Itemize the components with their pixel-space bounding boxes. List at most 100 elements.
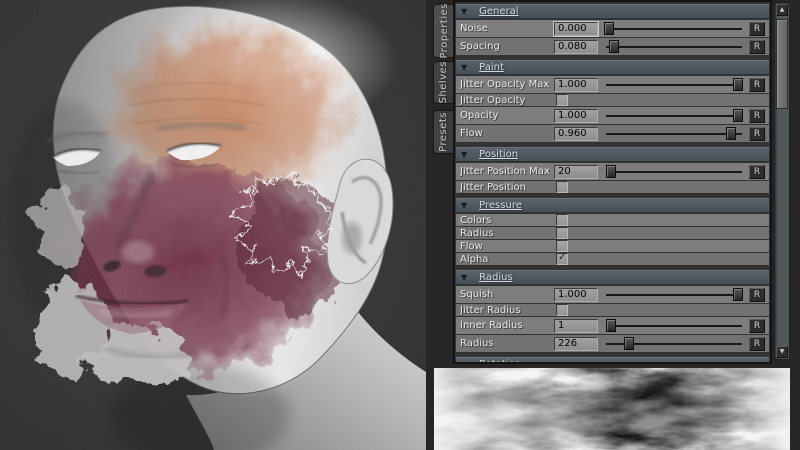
reset-button[interactable]: R [749,22,765,36]
section-header-general[interactable]: ▼ General [456,4,769,19]
property-row-flow: Flow 0.960 R [456,125,769,142]
slider-track[interactable] [606,294,742,296]
slider-handle[interactable] [609,40,619,53]
slider-handle[interactable] [733,288,743,301]
property-label: Jitter Radius [460,305,554,316]
slider[interactable] [606,125,742,142]
slider-handle[interactable] [733,109,743,122]
section-header-rotation[interactable]: ▼ Rotation [456,357,769,364]
slider-track[interactable] [606,171,742,173]
property-row-radius: Radius 226 R [456,335,769,352]
checkbox[interactable]: ✓ [556,181,568,193]
section-header-pressure[interactable]: ▼ Pressure [456,198,769,213]
tab-shelves[interactable]: Shelves [433,61,453,104]
value-field[interactable]: 1.000 [554,109,598,123]
section-title: Position [479,149,518,160]
scroll-down-icon: ▼ [780,348,785,355]
property-row-jitter-opacity-max: Jitter Opacity Max 1.000 R [456,76,769,93]
property-label: Radius [460,338,554,349]
property-label: Colors [460,215,554,226]
section-header-paint[interactable]: ▼ Paint [456,60,769,75]
reset-button[interactable]: R [749,319,765,333]
slider-track[interactable] [606,115,742,117]
section-title: Radius [479,272,513,283]
value-field[interactable]: 1.000 [554,288,598,302]
section-title: Pressure [479,200,522,211]
slider[interactable] [606,20,742,37]
section-title: Paint [479,62,504,73]
reset-button[interactable]: R [749,40,765,54]
reset-button[interactable]: R [749,337,765,351]
property-label: Noise [460,23,554,34]
panel-scrollbar[interactable]: ▲ ▼ [774,2,790,360]
slider[interactable] [606,107,742,124]
slider-track[interactable] [606,84,742,86]
section-header-position[interactable]: ▼ Position [456,147,769,162]
checkbox[interactable]: ✓ [556,240,568,252]
slider-handle[interactable] [733,78,743,91]
slider[interactable] [606,335,742,352]
collapse-icon: ▼ [461,361,467,365]
slider-handle[interactable] [726,127,736,140]
value-field[interactable]: 0.080 [554,40,598,54]
slider[interactable] [606,286,742,303]
checkbox[interactable]: ✓ [556,304,568,316]
property-row-colors: Colors ✓ [456,214,769,226]
reset-button[interactable]: R [749,165,765,179]
slider[interactable] [606,317,742,334]
slider-track[interactable] [606,325,742,327]
scroll-down-button[interactable]: ▼ [776,346,788,358]
value-field[interactable]: 20 [554,165,598,179]
sculpt-canvas[interactable] [0,0,426,450]
value-field[interactable]: 1.000 [554,78,598,92]
collapse-icon: ▼ [461,64,467,72]
value-field[interactable]: 226 [554,337,598,351]
checkbox[interactable]: ✓ [556,214,568,226]
reset-button[interactable]: R [749,288,765,302]
scrollbar-thumb[interactable] [776,19,788,109]
slider[interactable] [606,76,742,93]
collapse-icon: ▼ [461,151,467,159]
property-label: Jitter Position [460,182,554,193]
reset-button[interactable]: R [749,78,765,92]
property-row-jitter-opacity: Jitter Opacity ✓ [456,94,769,106]
property-row-flow-pressure: Flow ✓ [456,240,769,252]
value-field[interactable]: 0.960 [554,127,598,141]
checkbox[interactable]: ✓ [556,94,568,106]
property-label: Jitter Opacity Max [460,79,554,90]
reset-button[interactable]: R [749,127,765,141]
property-row-squish: Squish 1.000 R [456,286,769,303]
value-field[interactable]: 1 [554,319,598,333]
checkbox[interactable]: ✓ [556,227,568,239]
property-row-radius-pressure: Radius ✓ [456,227,769,239]
property-label: Flow [460,128,554,139]
value-field[interactable]: 0.000 [554,22,598,36]
slider-handle[interactable] [606,319,616,332]
tab-presets[interactable]: Presets [433,110,453,154]
slider[interactable] [606,38,742,55]
slider-track[interactable] [606,133,742,135]
scroll-up-button[interactable]: ▲ [776,4,788,16]
slider-track[interactable] [606,28,742,30]
checkbox[interactable]: ✓ [556,253,568,265]
slider[interactable] [606,163,742,180]
slider-handle[interactable] [606,165,616,178]
application-window: Properties Shelves Presets ▼ General Noi… [0,0,800,450]
section-header-radius[interactable]: ▼ Radius [456,270,769,285]
reset-button[interactable]: R [749,109,765,123]
collapse-icon: ▼ [461,202,467,210]
slider-handle[interactable] [624,337,634,350]
tab-properties[interactable]: Properties [433,4,454,58]
property-label: Squish [460,289,554,300]
property-row-alpha: Alpha ✓ [456,253,769,265]
collapse-icon: ▼ [461,8,467,16]
property-row-jitter-radius: Jitter Radius ✓ [456,304,769,316]
slider-handle[interactable] [604,22,614,35]
section-title: General [479,6,518,17]
viewport-3d[interactable] [0,0,426,450]
property-label: Spacing [460,41,554,52]
property-label: Jitter Opacity [460,95,554,106]
property-label: Radius [460,228,554,239]
stamp-preview[interactable] [434,368,790,450]
slider-track[interactable] [606,46,742,48]
